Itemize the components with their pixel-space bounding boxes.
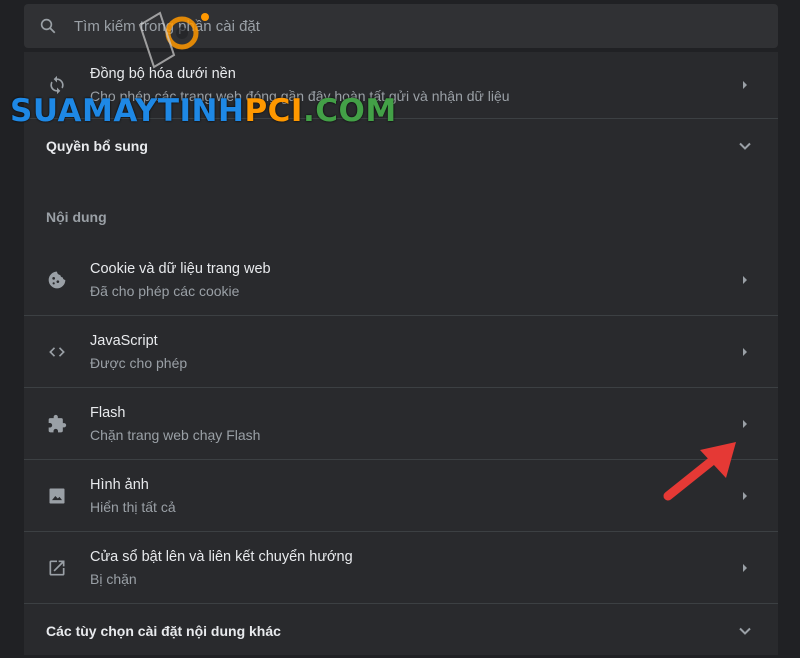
chevron-right-icon: [712, 419, 778, 429]
javascript-subtitle: Được cho phép: [90, 354, 188, 371]
cookies-subtitle: Đã cho phép các cookie: [90, 282, 240, 299]
code-icon: [24, 342, 90, 362]
popups-title: Cửa sổ bật lên và liên kết chuyển hướng: [90, 548, 353, 565]
chevron-down-icon: [712, 139, 778, 153]
more-content-settings-title: Các tùy chọn cài đặt nội dung khác: [46, 623, 281, 639]
content-item-cookies[interactable]: Cookie và dữ liệu trang web Đã cho phép …: [24, 244, 778, 316]
watermark-text: SUAMAYTINHPCI.COM: [10, 94, 397, 128]
search-icon: [38, 16, 58, 36]
red-arrow-icon: [660, 436, 740, 511]
additional-permissions-title: Quyền bổ sung: [46, 138, 148, 154]
sync-icon: [24, 75, 90, 95]
images-title: Hình ảnh: [90, 476, 149, 493]
open-in-new-icon: [24, 558, 90, 578]
image-icon: [24, 486, 90, 506]
flash-subtitle: Chặn trang web chạy Flash: [90, 426, 261, 443]
chevron-down-icon: [712, 624, 778, 638]
puzzle-icon: [24, 414, 90, 434]
settings-card: Đồng bộ hóa dưới nền Cho phép các trang …: [24, 52, 778, 655]
content-item-javascript[interactable]: JavaScript Được cho phép: [24, 316, 778, 388]
watermark-part1: SUAMAYTINH: [10, 93, 245, 129]
cookies-title: Cookie và dữ liệu trang web: [90, 260, 271, 277]
cookie-icon: [24, 270, 90, 290]
watermark-part2: PCI: [244, 93, 303, 129]
watermark-logo-icon: [130, 5, 220, 80]
chevron-right-icon: [712, 275, 778, 285]
chevron-right-icon: [712, 347, 778, 357]
chevron-right-icon: [712, 563, 778, 573]
content-item-popups[interactable]: Cửa sổ bật lên và liên kết chuyển hướng …: [24, 532, 778, 604]
flash-title: Flash: [90, 404, 126, 421]
watermark-part3: .COM: [302, 93, 397, 129]
chevron-right-icon: [712, 80, 778, 90]
images-subtitle: Hiển thị tất cả: [90, 498, 176, 515]
javascript-title: JavaScript: [90, 332, 158, 349]
more-content-settings-row[interactable]: Các tùy chọn cài đặt nội dung khác: [24, 604, 778, 658]
popups-subtitle: Bị chặn: [90, 570, 137, 587]
content-section-label: Nội dung: [46, 209, 107, 225]
